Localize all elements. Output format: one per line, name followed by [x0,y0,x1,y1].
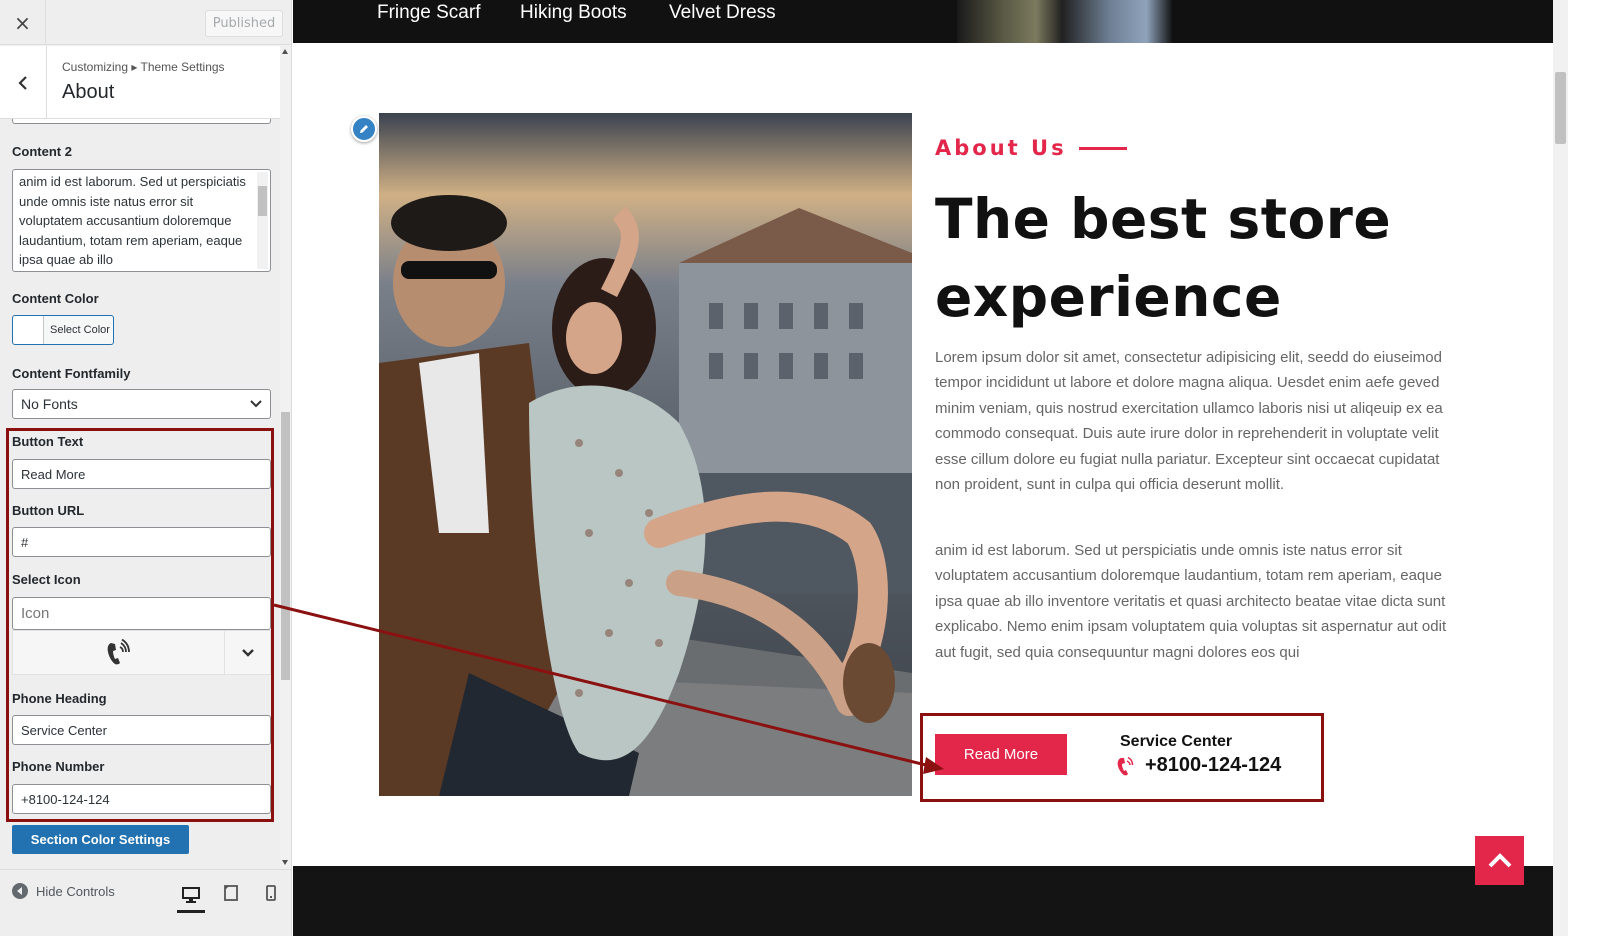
phone-heading-label: Phone Heading [12,691,107,706]
about-paragraph-2: anim id est laborum. Sed ut perspiciatis… [935,542,1447,661]
section-title: About [62,81,115,103]
about-eyebrow: About Us [935,136,1127,160]
scroll-down-icon[interactable] [282,860,288,865]
content-fontfamily-label: Content Fontfamily [12,366,131,381]
about-heading: The best store experience [935,187,1392,329]
close-customizer-button[interactable]: × [0,0,46,45]
about-paragraph-1: Lorem ipsum dolor sit amet, consectetur … [935,349,1443,494]
back-to-top-button[interactable] [1475,836,1524,885]
product-photo [957,0,1220,43]
customizer-footer: Hide Controls [0,869,291,914]
phone-volume-icon [107,639,130,665]
previous-textarea-edge[interactable] [12,119,271,124]
chevron-down-icon [241,648,254,657]
nav-item-hiking-boots[interactable]: Hiking Boots [520,2,627,24]
phone-number-label: Phone Number [12,759,105,774]
scroll-up-icon[interactable] [282,49,288,54]
controls-panel: Content 2 anim id est laborum. Sed ut pe… [0,119,284,869]
button-url-label: Button URL [12,503,85,518]
button-url-input[interactable]: # [12,527,271,557]
breadcrumb: Customizing ▸ Theme Settings [62,60,225,74]
panel-scrollbar[interactable] [280,45,291,869]
chevron-down-icon [250,400,262,408]
content-fontfamily-select[interactable]: No Fonts [12,389,271,419]
select-color-label: Select Color [50,324,110,336]
page-scroll-thumb[interactable] [1555,72,1566,144]
font-select-value: No Fonts [21,396,78,412]
read-more-button[interactable]: Read More [935,734,1067,775]
preview-mobile-button[interactable] [257,880,285,906]
customizer-sidebar: × Published Customizing ▸ Theme Settings… [0,0,292,936]
select-icon-label: Select Icon [12,572,81,587]
close-icon: × [14,10,31,35]
icon-picker[interactable] [12,630,271,675]
hide-controls-label: Hide Controls [36,883,115,899]
nav-item-velvet-dress[interactable]: Velvet Dress [669,2,776,24]
phone-number-input[interactable]: +8100-124-124 [12,784,271,814]
published-button[interactable]: Published [205,10,283,37]
phone-volume-icon [1117,756,1134,776]
icon-dropdown-toggle[interactable] [224,631,270,674]
mobile-icon [266,885,276,901]
collapse-arrow-icon [12,883,28,899]
back-button[interactable] [0,46,47,119]
content2-text: anim id est laborum. Sed ut perspiciatis… [19,174,246,267]
tablet-icon [224,885,238,901]
phone-heading-input[interactable]: Service Center [12,715,271,745]
textarea-scroll-thumb[interactable] [258,186,267,216]
preview-tablet-button[interactable] [217,880,245,906]
about-image [379,113,912,796]
nav-item-fringe-scarf[interactable]: Fringe Scarf [377,2,480,24]
desktop-icon [182,887,200,903]
phone-heading: Service Center [1120,733,1233,750]
top-navigation: Fringe Scarf Hiking Boots Velvet Dress [293,0,1553,43]
select-color-button[interactable]: Select Color [12,315,114,345]
pencil-icon [360,125,368,133]
next-section-dark [293,866,1553,936]
panel-scroll-thumb[interactable] [281,412,290,680]
about-eyebrow-text: About Us [935,136,1067,160]
chevron-left-icon [18,75,27,90]
content2-textarea[interactable]: anim id est laborum. Sed ut perspiciatis… [12,169,271,272]
button-text-input[interactable]: Read More [12,459,271,489]
eyebrow-divider [1078,146,1127,150]
edit-shortcut-button[interactable] [351,116,377,142]
page-scrollbar[interactable] [1553,0,1568,936]
site-preview: Fringe Scarf Hiking Boots Velvet Dress A… [293,0,1553,936]
button-text-label: Button Text [12,434,84,449]
customizer-header: × Published [0,0,291,45]
textarea-scrollbar[interactable] [257,172,268,269]
icon-search-input[interactable]: Icon [12,597,271,630]
color-swatch [13,316,44,344]
couple-photo [379,113,912,796]
section-header: Customizing ▸ Theme Settings About [0,46,284,119]
hide-controls-button[interactable]: Hide Controls [12,883,115,899]
section-color-settings-button[interactable]: Section Color Settings [12,825,189,854]
content-color-label: Content Color [12,291,99,306]
phone-number[interactable]: +8100-124-124 [1145,754,1281,777]
preview-desktop-button[interactable] [177,880,205,913]
content2-label: Content 2 [12,144,72,159]
chevron-up-icon [1488,852,1511,867]
